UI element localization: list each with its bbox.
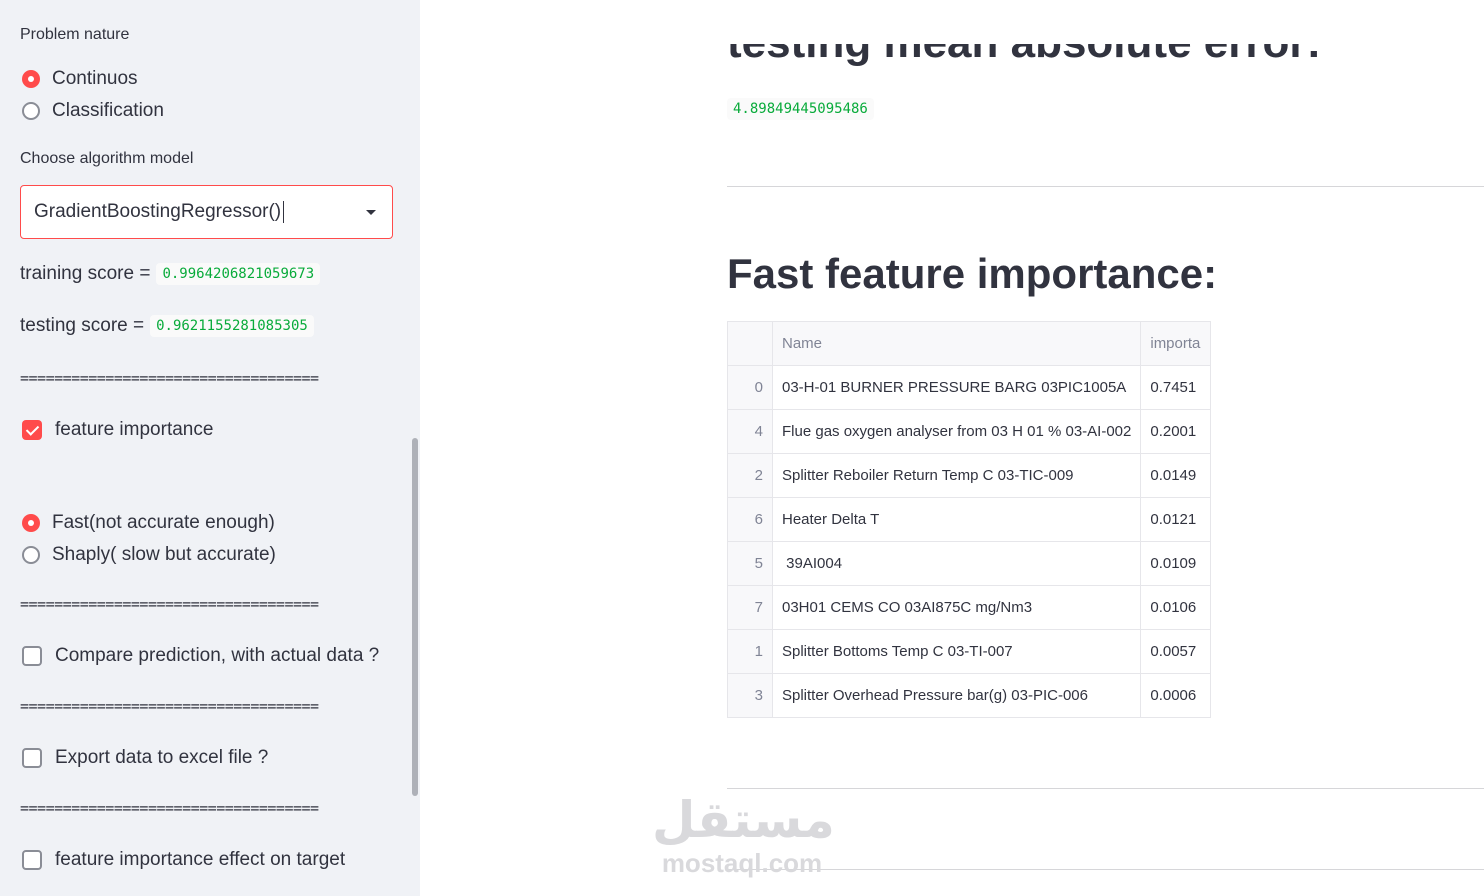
row-name: 03H01 CEMS CO 03AI875C mg/Nm3 (771, 585, 1142, 630)
watermark-logo: مستقل mostaql.com (652, 790, 835, 878)
row-index: 7 (727, 585, 773, 630)
training-score-label: training score = (20, 263, 151, 284)
row-value: 0.0006 (1140, 673, 1212, 718)
row-name: Splitter Bottoms Temp C 03-TI-007 (771, 629, 1142, 674)
training-score-row: training score = 0.9964206821059673 (20, 263, 321, 285)
radio-continuos-label: Continuos (52, 68, 138, 89)
row-name: 39AI004 (771, 541, 1142, 586)
table-row: 5 39AI004 0.0109 (727, 541, 1212, 586)
effect-label: feature importance effect on target (55, 849, 346, 870)
row-value: 0.0057 (1140, 629, 1212, 674)
row-name: Splitter Reboiler Return Temp C 03-TIC-0… (771, 453, 1142, 498)
testing-score-label: testing score = (20, 315, 145, 336)
radio-fast[interactable]: Fast(not accurate enough) (22, 512, 275, 534)
row-name: Heater Delta T (771, 497, 1142, 542)
sidebar: Problem nature Continuos Classification … (0, 0, 420, 896)
separator: =================================== (20, 697, 319, 715)
row-value: 0.2001 (1140, 409, 1212, 454)
row-index: 5 (727, 541, 773, 586)
mae-title: testing mean absolute error: (727, 18, 1322, 67)
radio-unselected-icon[interactable] (22, 546, 40, 564)
algorithm-label: Choose algorithm model (20, 150, 194, 167)
divider (727, 186, 1484, 187)
divider (727, 869, 1484, 870)
checkbox-unchecked-icon[interactable] (22, 646, 42, 666)
watermark-arabic: مستقل (652, 792, 835, 848)
algorithm-select-value: GradientBoostingRegressor() (34, 201, 282, 222)
compare-label: Compare prediction, with actual data ? (55, 645, 380, 666)
name-header[interactable]: Name (771, 321, 1142, 366)
index-header (727, 321, 773, 366)
checkbox-unchecked-icon[interactable] (22, 748, 42, 768)
mae-value: 4.89849445095486 (727, 98, 874, 120)
training-score-value: 0.9964206821059673 (156, 263, 321, 285)
watermark-latin: mostaql.com (661, 848, 823, 878)
table-row: 0 03-H-01 BURNER PRESSURE BARG 03PIC1005… (727, 365, 1212, 410)
separator: =================================== (20, 799, 319, 817)
text-cursor (283, 201, 285, 223)
checkbox-checked-icon[interactable] (22, 420, 42, 440)
export-checkbox[interactable]: Export data to excel file ? (22, 747, 268, 769)
problem-nature-label: Problem nature (20, 26, 130, 43)
feature-importance-table: Name importa 0 03-H-01 BURNER PRESSURE B… (727, 321, 1212, 718)
radio-shaply-label: Shaply( slow but accurate) (52, 544, 276, 565)
table-row: 4 Flue gas oxygen analyser from 03 H 01 … (727, 409, 1212, 454)
divider (727, 788, 1484, 789)
importance-header[interactable]: importa (1140, 321, 1212, 366)
row-index: 2 (727, 453, 773, 498)
row-index: 0 (727, 365, 773, 410)
testing-score-row: testing score = 0.9621155281085305 (20, 315, 314, 337)
sidebar-scrollbar[interactable] (412, 438, 418, 796)
row-value: 0.0109 (1140, 541, 1212, 586)
algorithm-select[interactable]: GradientBoostingRegressor() (20, 185, 393, 239)
export-label: Export data to excel file ? (55, 747, 269, 768)
table-header-row: Name importa (727, 321, 1212, 366)
feature-importance-title: Fast feature importance: (727, 250, 1218, 297)
row-name: Splitter Overhead Pressure bar(g) 03-PIC… (771, 673, 1142, 718)
row-index: 3 (727, 673, 773, 718)
radio-classification-label: Classification (52, 100, 164, 121)
radio-classification[interactable]: Classification (22, 100, 164, 122)
table-row: 3 Splitter Overhead Pressure bar(g) 03-P… (727, 673, 1212, 718)
separator: =================================== (20, 369, 319, 387)
checkbox-unchecked-icon[interactable] (22, 850, 42, 870)
row-value: 0.7451 (1140, 365, 1212, 410)
table-row: 6 Heater Delta T 0.0121 (727, 497, 1212, 542)
effect-checkbox[interactable]: feature importance effect on target (22, 849, 345, 871)
row-value: 0.0149 (1140, 453, 1212, 498)
compare-checkbox[interactable]: Compare prediction, with actual data ? (22, 645, 379, 667)
row-index: 4 (727, 409, 773, 454)
table-row: 1 Splitter Bottoms Temp C 03-TI-007 0.00… (727, 629, 1212, 674)
row-name: 03-H-01 BURNER PRESSURE BARG 03PIC1005A (771, 365, 1142, 410)
table-row: 7 03H01 CEMS CO 03AI875C mg/Nm3 0.0106 (727, 585, 1212, 630)
radio-fast-label: Fast(not accurate enough) (52, 512, 275, 533)
row-index: 6 (727, 497, 773, 542)
row-value: 0.0106 (1140, 585, 1212, 630)
caret-down-icon[interactable] (366, 210, 376, 215)
table-row: 2 Splitter Reboiler Return Temp C 03-TIC… (727, 453, 1212, 498)
radio-unselected-icon[interactable] (22, 102, 40, 120)
testing-score-value: 0.9621155281085305 (150, 315, 314, 337)
separator: =================================== (20, 595, 319, 613)
feature-importance-checkbox[interactable]: feature importance (22, 419, 213, 441)
radio-selected-icon[interactable] (22, 70, 40, 88)
radio-shaply[interactable]: Shaply( slow but accurate) (22, 544, 276, 566)
row-value: 0.0121 (1140, 497, 1212, 542)
row-name: Flue gas oxygen analyser from 03 H 01 % … (771, 409, 1142, 454)
row-index: 1 (727, 629, 773, 674)
radio-selected-icon[interactable] (22, 514, 40, 532)
radio-continuos[interactable]: Continuos (22, 68, 138, 90)
feature-importance-label: feature importance (55, 419, 214, 440)
